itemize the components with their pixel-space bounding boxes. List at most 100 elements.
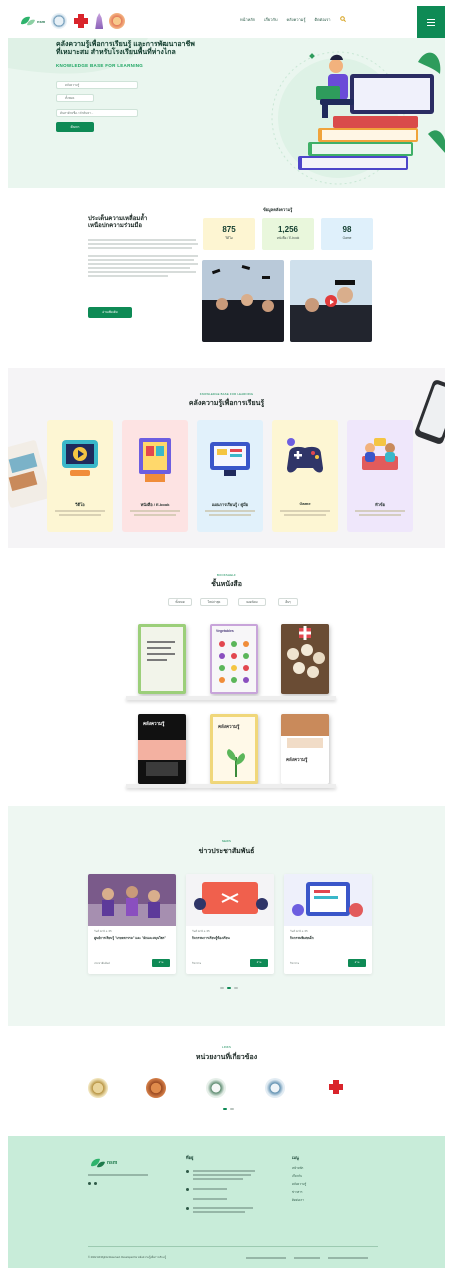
site-footer <box>8 1136 445 1268</box>
filter-chip[interactable]: ทั้งหมด <box>168 598 192 606</box>
book-cover-title: คลังความรู้ <box>143 721 165 726</box>
graduation-video-thumbnail[interactable] <box>290 260 372 342</box>
stat-videos: 875 วีดีโอ <box>203 218 255 250</box>
agencies-title: หน่วยงานที่เกี่ยวข้อง <box>195 1054 258 1061</box>
footer-brand-text: nsm <box>107 1160 118 1166</box>
carousel-dot[interactable] <box>220 987 224 989</box>
news-category: กิจกรรม <box>192 962 202 965</box>
hero-title-line: ที่เหมาะสม สำหรับโรงเรียนพื้นที่ห่างไกล <box>56 49 176 56</box>
hero-subtitle: KNOWLEDGE BASE FOR LEARNING <box>56 63 144 68</box>
news-read-button[interactable]: อ่าน <box>152 959 170 967</box>
agency-logo[interactable] <box>88 1078 108 1098</box>
footer-menu-item[interactable]: ข่าวสาร <box>292 1190 306 1195</box>
category-card-topics[interactable]: หัวข้อ <box>347 420 413 532</box>
bookshelf-lower <box>126 784 336 788</box>
play-video-button[interactable] <box>325 295 337 307</box>
hero-title-line: คลังความรู้เพื่อการเรียนรู้ และการพัฒนาอ… <box>56 41 195 48</box>
news-card[interactable]: วันที่ 12 มิ.ย. 65 กิจกรรมการเรียนรู้ห้อ… <box>186 874 274 974</box>
book-cover-title: Vegetables <box>216 629 234 633</box>
brand-text: nsm <box>37 18 46 24</box>
stat-label: Game <box>342 236 352 240</box>
book-cover[interactable] <box>281 624 329 694</box>
filter-chip[interactable]: ยอดนิยม <box>238 598 266 606</box>
carousel-dot[interactable] <box>234 987 238 989</box>
knowledge-title: คลังความรู้เพื่อการเรียนรู้ <box>188 400 265 407</box>
agency-logo[interactable] <box>265 1078 285 1098</box>
nav-home[interactable]: หน้าหลัก <box>240 16 255 23</box>
red-cross-logo-icon[interactable] <box>73 13 89 29</box>
footer-tagline <box>88 1174 148 1176</box>
book-cover[interactable]: คลังความรู้ <box>138 714 186 784</box>
topics-category-icon <box>362 438 398 470</box>
footer-sitemap-link[interactable] <box>328 1257 368 1259</box>
footer-address-title: ที่อยู่ <box>186 1155 194 1160</box>
hamburger-menu-button[interactable] <box>417 6 445 38</box>
category-card-lesson-plan[interactable]: แผนการเรียนรู้ / คู่มือ <box>197 420 263 532</box>
agency-logo[interactable] <box>206 1078 226 1098</box>
search-button[interactable]: ค้นหา <box>56 122 94 132</box>
book-cover[interactable]: Vegetables <box>210 624 258 694</box>
lesson-plan-category-icon <box>210 442 250 476</box>
type-select[interactable]: ทั้งหมด <box>56 94 94 102</box>
book-cover[interactable]: คลังความรู้ <box>281 714 329 784</box>
royal-seal-icon[interactable] <box>109 13 126 29</box>
footer-policy-link[interactable] <box>246 1257 286 1259</box>
news-date: วันที่ 12 มิ.ย. 65 <box>94 930 112 933</box>
stat-value: 98 <box>342 225 352 234</box>
news-headline[interactable]: ศูนย์การเรียนรู้ "เกษตรกรรม" และ "ผักและ… <box>94 936 170 940</box>
agencies-dot-active[interactable] <box>223 1108 227 1110</box>
read-more-button[interactable]: อ่านเพิ่มเติม <box>88 307 132 318</box>
hero-title: คลังความรู้เพื่อการเรียนรู้ และการพัฒนาอ… <box>56 41 246 57</box>
filter-chip[interactable]: อื่นๆ <box>278 598 298 606</box>
stat-label: วีดีโอ <box>225 236 233 240</box>
leaf-logo-icon <box>91 1158 105 1168</box>
footer-menu-item[interactable]: ติดต่อเรา <box>292 1198 306 1203</box>
partner-logos: nsm <box>18 13 126 29</box>
site-header: nsm หน้าหลัก เกี่ยวกับ คลังความรู้ ติดต่… <box>8 6 445 38</box>
stat-value: 875 <box>222 225 236 234</box>
news-eyebrow: NEWS <box>221 839 232 843</box>
book-cover[interactable]: คลังความรู้ <box>210 714 258 784</box>
search-icon[interactable] <box>339 16 346 22</box>
book-cover[interactable] <box>138 624 186 694</box>
category-card-video[interactable]: วีดีโอ <box>47 420 113 532</box>
footer-menu-item[interactable]: เกี่ยวกับ <box>292 1174 306 1179</box>
facebook-icon[interactable] <box>88 1182 91 1185</box>
nsm-logo[interactable]: nsm <box>18 14 45 28</box>
footer-logo[interactable]: nsm <box>88 1156 117 1170</box>
monument-logo-icon[interactable] <box>95 13 104 29</box>
nav-knowledge[interactable]: คลังความรู้ <box>286 16 305 23</box>
search-input[interactable]: ค้นหาด้วยชื่อ / คำค้นหา... <box>56 109 138 117</box>
footer-terms-link[interactable] <box>294 1257 320 1259</box>
footer-menu-item[interactable]: คลังความรู้ <box>292 1182 306 1187</box>
category-card-ebook[interactable]: หนังสือ / E-book <box>122 420 188 532</box>
agency-seal-icon[interactable] <box>51 13 68 29</box>
news-read-button[interactable]: อ่าน <box>250 959 268 967</box>
footer-menu-item[interactable]: หน้าหลัก <box>292 1166 306 1171</box>
nav-contact[interactable]: ติดต่อเรา <box>315 16 331 23</box>
news-date: วันที่ 12 มิ.ย. 65 <box>290 930 308 933</box>
category-select[interactable]: คลังความรู้ <box>56 81 138 89</box>
shelf-eyebrow: BOOKSHELF <box>217 573 236 577</box>
news-card[interactable]: วันที่ 12 มิ.ย. 65 กิจกรรมพิเศษเด็ก กิจก… <box>284 874 372 974</box>
main-nav: หน้าหลัก เกี่ยวกับ คลังความรู้ ติดต่อเรา <box>240 16 346 23</box>
knowledge-eyebrow: KNOWLEDGE BASE FOR LEARNING <box>199 392 254 396</box>
news-photo-image <box>88 874 176 926</box>
book-cover-title: คลังความรู้ <box>286 757 308 762</box>
food-photo-image <box>281 624 329 694</box>
category-card-game[interactable]: Game <box>272 420 338 532</box>
agencies-dot[interactable] <box>230 1108 234 1110</box>
news-headline[interactable]: กิจกรรมพิเศษเด็ก <box>290 936 366 940</box>
news-read-button[interactable]: อ่าน <box>348 959 366 967</box>
youtube-icon[interactable] <box>94 1182 97 1185</box>
filter-chip[interactable]: ใหม่ล่าสุด <box>200 598 228 606</box>
agency-logo-red-cross[interactable] <box>326 1078 346 1098</box>
news-card[interactable]: วันที่ 12 มิ.ย. 65 ศูนย์การเรียนรู้ "เกษ… <box>88 874 176 974</box>
nav-about[interactable]: เกี่ยวกับ <box>264 16 277 23</box>
card-title: หัวข้อ <box>374 502 386 507</box>
bookshelf-upper <box>126 696 336 700</box>
news-headline[interactable]: กิจกรรมการเรียนรู้ห้องเรียน <box>192 936 268 940</box>
graduation-photo[interactable] <box>202 260 284 342</box>
carousel-dot-active[interactable] <box>227 987 231 989</box>
agency-logo[interactable] <box>146 1078 166 1098</box>
